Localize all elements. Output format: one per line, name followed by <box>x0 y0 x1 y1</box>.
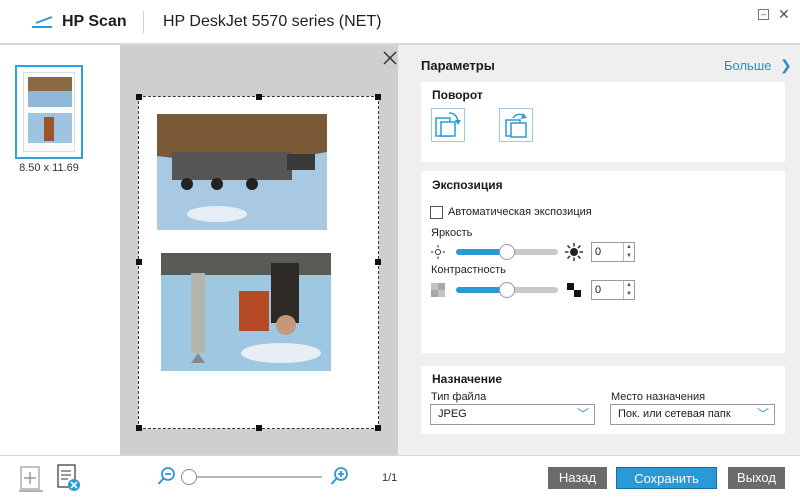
scanned-photo-top <box>157 114 327 230</box>
crop-handle[interactable] <box>136 94 142 100</box>
more-link[interactable]: Больше <box>724 58 772 73</box>
crop-handle[interactable] <box>136 259 142 265</box>
add-page-icon[interactable] <box>18 463 44 493</box>
delete-page-icon[interactable] <box>56 463 82 493</box>
exposure-title: Экспозиция <box>432 178 503 192</box>
rotation-title: Поворот <box>432 88 483 102</box>
rotate-left-icon <box>435 112 461 137</box>
zoom-out-icon[interactable] <box>157 466 177 486</box>
close-preview-icon[interactable] <box>382 50 398 66</box>
minimize-button[interactable]: – <box>758 9 769 20</box>
brightness-spin-buttons: ▲ ▼ <box>623 243 634 261</box>
window-close-button[interactable]: ✕ <box>778 7 790 21</box>
device-title: HP DeskJet 5570 series (NET) <box>163 13 382 30</box>
exposure-card <box>421 171 785 353</box>
brightness-down-button[interactable]: ▼ <box>624 252 634 261</box>
zoom-slider-thumb[interactable] <box>181 469 197 485</box>
settings-title: Параметры <box>421 58 495 73</box>
crop-handle[interactable] <box>375 425 381 431</box>
contrast-high-icon <box>567 283 581 297</box>
hp-scan-logo-icon <box>32 16 53 28</box>
thumbnail-panel: 8.50 x 11.69 <box>0 45 107 455</box>
chevron-down-icon: ﹀ <box>752 405 774 424</box>
brightness-spinner[interactable]: 0 ▲ ▼ <box>591 242 635 262</box>
page-size-label: 8.50 x 11.69 <box>19 162 79 174</box>
brightness-up-button[interactable]: ▲ <box>624 243 634 252</box>
crop-handle[interactable] <box>375 94 381 100</box>
contrast-spin-buttons: ▲ ▼ <box>623 281 634 299</box>
contrast-value: 0 <box>595 284 602 296</box>
file-type-select[interactable]: JPEG ﹀ <box>430 404 595 425</box>
file-type-value: JPEG <box>438 408 467 420</box>
contrast-low-icon <box>431 283 445 297</box>
brightness-low-icon <box>431 245 445 259</box>
thumbnail-image <box>23 72 75 152</box>
rotate-right-icon <box>505 113 527 138</box>
photo-top-image <box>157 114 327 230</box>
brightness-value: 0 <box>595 246 602 258</box>
contrast-up-button[interactable]: ▲ <box>624 281 634 290</box>
more-chevron-icon[interactable]: ❯ <box>780 57 792 74</box>
file-type-label: Тип файла <box>431 391 487 403</box>
contrast-label: Контрастность <box>431 264 506 276</box>
title-bar: HP Scan HP DeskJet 5570 series (NET) – ✕ <box>0 0 800 44</box>
brightness-slider-thumb[interactable] <box>499 244 515 260</box>
back-button[interactable]: Назад <box>548 467 607 489</box>
photo-bottom-image <box>161 253 331 371</box>
chevron-down-icon: ﹀ <box>572 405 594 424</box>
target-label: Место назначения <box>611 391 706 403</box>
thumbnail-preview-icon <box>28 77 72 143</box>
contrast-down-button[interactable]: ▼ <box>624 290 634 299</box>
save-button[interactable]: Сохранить <box>616 467 717 489</box>
scanned-photo-bottom <box>161 253 331 371</box>
zoom-slider[interactable] <box>182 476 322 478</box>
auto-exposure-label: Автоматическая экспозиция <box>448 206 592 218</box>
page-thumbnail[interactable] <box>15 65 83 159</box>
auto-exposure-checkbox[interactable] <box>430 206 443 219</box>
crop-handle[interactable] <box>136 425 142 431</box>
rotate-right-button[interactable] <box>499 108 533 142</box>
app-title: HP Scan <box>62 13 127 30</box>
crop-handle[interactable] <box>256 425 262 431</box>
title-separator <box>143 11 144 33</box>
page-counter: 1/1 <box>382 472 398 484</box>
destination-title: Назначение <box>432 372 503 386</box>
brightness-label: Яркость <box>431 227 473 239</box>
target-select[interactable]: Пок. или сетевая папк ﹀ <box>610 404 775 425</box>
brightness-high-icon <box>565 243 583 261</box>
contrast-slider-thumb[interactable] <box>499 282 515 298</box>
crop-handle[interactable] <box>375 259 381 265</box>
target-value: Пок. или сетевая папк <box>618 408 731 420</box>
rotate-left-button[interactable] <box>431 108 465 142</box>
zoom-in-icon[interactable] <box>330 466 350 486</box>
exit-button[interactable]: Выход <box>728 467 785 489</box>
scanned-page[interactable] <box>136 94 381 431</box>
contrast-spinner[interactable]: 0 ▲ ▼ <box>591 280 635 300</box>
crop-handle[interactable] <box>256 94 262 100</box>
